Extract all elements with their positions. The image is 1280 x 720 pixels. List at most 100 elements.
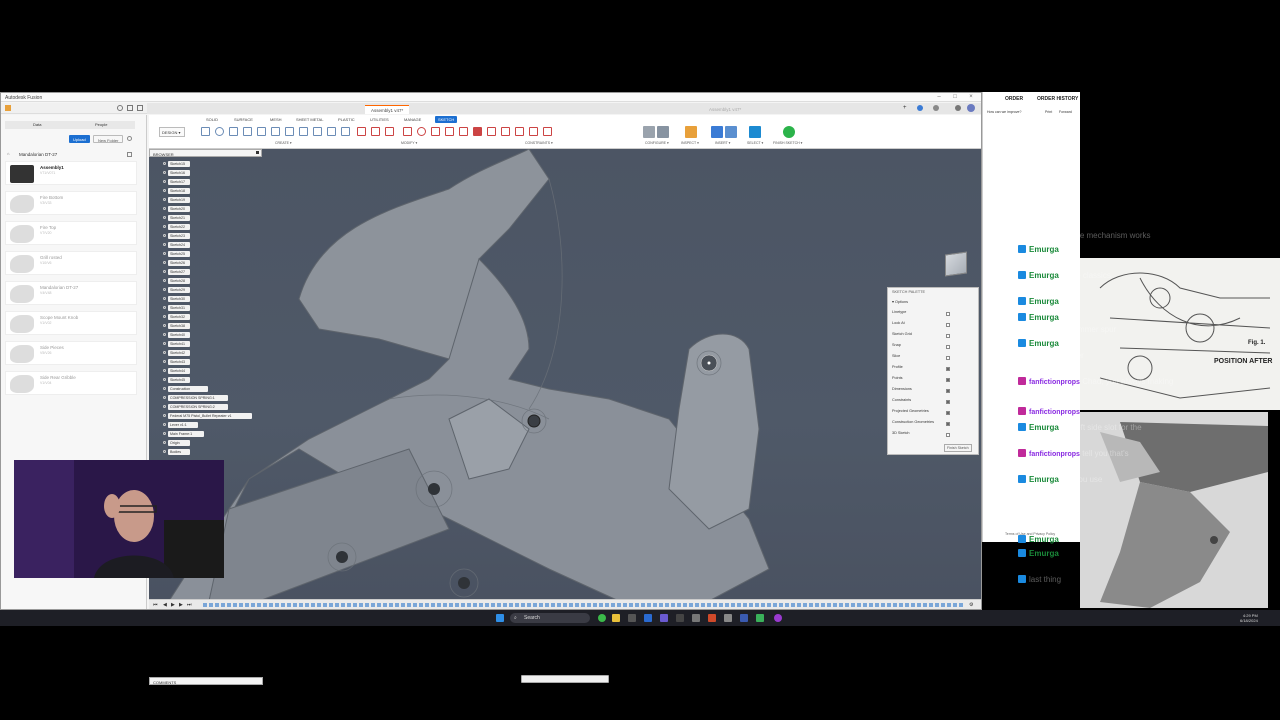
tangent-icon[interactable]	[487, 127, 496, 136]
tree-row[interactable]: Sketch41	[163, 339, 263, 348]
tab-manage[interactable]: MANAGE	[401, 116, 424, 123]
app-icon[interactable]	[676, 614, 684, 622]
visibility-icon[interactable]	[163, 450, 166, 453]
ribbon-group-finish-sketch[interactable]: FINISH SKETCH ▾	[773, 141, 802, 145]
refresh-icon[interactable]	[117, 105, 123, 111]
visibility-icon[interactable]	[163, 180, 166, 183]
tree-row[interactable]: Sketch24	[163, 240, 263, 249]
arc-icon[interactable]	[243, 127, 252, 136]
palette-row[interactable]: Points	[892, 376, 976, 386]
tree-row[interactable]: Sketch31	[163, 303, 263, 312]
checkbox[interactable]	[946, 356, 950, 360]
project-icon[interactable]	[341, 127, 350, 136]
palette-row[interactable]: Construction Geometries	[892, 420, 976, 430]
canvas-viewport[interactable]: BROWSER Sketch15 Sketch16 Sketch17 Sketc…	[149, 149, 981, 683]
tab-data[interactable]: Data	[33, 122, 41, 127]
palette-options-header[interactable]: ▾ Options	[892, 299, 908, 304]
palette-row[interactable]: Look At	[892, 321, 976, 331]
timeline-features[interactable]	[203, 603, 963, 607]
app-icon[interactable]	[644, 614, 652, 622]
comments-panel-header[interactable]: COMMENTS	[149, 677, 263, 685]
visibility-icon[interactable]	[163, 423, 166, 426]
ribbon-group-modify[interactable]: MODIFY ▾	[401, 141, 417, 145]
timeline-settings-icon[interactable]: ⚙	[969, 602, 973, 608]
trim-icon[interactable]	[371, 127, 380, 136]
tab-utilities[interactable]: UTILITIES	[367, 116, 392, 123]
go-to-start-icon[interactable]: ⏮	[153, 602, 158, 608]
palette-row[interactable]: 3D Sketch	[892, 431, 976, 441]
fillet-icon[interactable]	[357, 127, 366, 136]
visibility-icon[interactable]	[163, 270, 166, 273]
view-cube[interactable]	[945, 251, 967, 277]
tree-row[interactable]: Sketch45	[163, 375, 263, 384]
tree-row[interactable]: Sketch23	[163, 231, 263, 240]
palette-row[interactable]: Linetype	[892, 310, 976, 320]
visibility-icon[interactable]	[163, 342, 166, 345]
tab-people[interactable]: People	[95, 122, 107, 127]
visibility-icon[interactable]	[163, 432, 166, 435]
home-icon[interactable]: ⌂	[7, 151, 9, 156]
extend-icon[interactable]	[385, 127, 394, 136]
lock-icon[interactable]	[473, 127, 482, 136]
pin-icon[interactable]	[256, 151, 259, 154]
line-icon[interactable]	[201, 127, 210, 136]
project-breadcrumb[interactable]: Mandalorian DT-27	[19, 152, 57, 157]
polygon-icon[interactable]	[257, 127, 266, 136]
tree-row[interactable]: Sketch29	[163, 285, 263, 294]
list-item[interactable]: Scope Mount Knob V1/V02	[5, 311, 137, 335]
palette-row[interactable]: Profile	[892, 365, 976, 375]
tree-row[interactable]: Sketch25	[163, 249, 263, 258]
midpoint-icon[interactable]	[515, 127, 524, 136]
tree-row[interactable]: Sketch28	[163, 276, 263, 285]
minimize-icon[interactable]: –	[935, 94, 943, 101]
visibility-icon[interactable]	[163, 225, 166, 228]
folder-settings-icon[interactable]	[127, 152, 132, 157]
tree-row[interactable]: Main Frame:1	[163, 429, 263, 438]
navigation-bar[interactable]	[521, 675, 609, 683]
break-icon[interactable]	[417, 127, 426, 136]
tree-row[interactable]: Sketch21	[163, 213, 263, 222]
tree-row[interactable]: Sketch22	[163, 222, 263, 231]
tree-row[interactable]: COMPRESSION SPRING:1	[163, 393, 263, 402]
visibility-icon[interactable]	[163, 369, 166, 372]
design-workspace-button[interactable]: DESIGN ▾	[159, 127, 185, 137]
point-icon[interactable]	[299, 127, 308, 136]
visibility-icon[interactable]	[163, 360, 166, 363]
visibility-icon[interactable]	[163, 288, 166, 291]
list-item[interactable]: Assembly1 V71/V071	[5, 161, 137, 185]
horizontal-constraint-icon[interactable]	[431, 127, 440, 136]
settings-icon[interactable]	[628, 614, 636, 622]
tree-row[interactable]: Sketch40	[163, 330, 263, 339]
coincident-icon[interactable]	[445, 127, 454, 136]
finish-sketch-icon[interactable]	[783, 126, 795, 138]
tab-sketch[interactable]: SKETCH	[435, 116, 458, 123]
image-icon[interactable]	[725, 126, 737, 138]
settings-icon[interactable]	[127, 136, 132, 141]
tree-row[interactable]: Sketch17	[163, 177, 263, 186]
visibility-icon[interactable]	[163, 243, 166, 246]
checkbox[interactable]	[946, 378, 950, 382]
checkbox[interactable]	[946, 389, 950, 393]
windows-start-icon[interactable]	[496, 614, 504, 622]
symmetry-icon[interactable]	[529, 127, 538, 136]
spline-icon[interactable]	[271, 127, 280, 136]
grid-icon[interactable]	[5, 105, 11, 111]
visibility-icon[interactable]	[163, 216, 166, 219]
visibility-icon[interactable]	[163, 252, 166, 255]
play-icon[interactable]: ▶	[171, 602, 175, 608]
tab-surface[interactable]: SURFACE	[231, 116, 256, 123]
avatar[interactable]	[967, 104, 975, 112]
visibility-icon[interactable]	[163, 171, 166, 174]
tab-mesh[interactable]: MESH	[267, 116, 285, 123]
palette-row[interactable]: Projected Geometries	[892, 409, 976, 419]
system-clock[interactable]: 4:29 PM 6/18/2024	[1240, 613, 1258, 623]
visibility-icon[interactable]	[163, 351, 166, 354]
visibility-icon[interactable]	[163, 189, 166, 192]
print-link[interactable]: Print	[1045, 110, 1052, 114]
fix-icon[interactable]	[543, 127, 552, 136]
list-item[interactable]: Side Rear Gribble V1/V04	[5, 371, 137, 395]
tree-row[interactable]: Sketch16	[163, 168, 263, 177]
visibility-icon[interactable]	[163, 207, 166, 210]
fusion-icon[interactable]	[708, 614, 716, 622]
ribbon-group-constraints[interactable]: CONSTRAINTS ▾	[525, 141, 553, 145]
